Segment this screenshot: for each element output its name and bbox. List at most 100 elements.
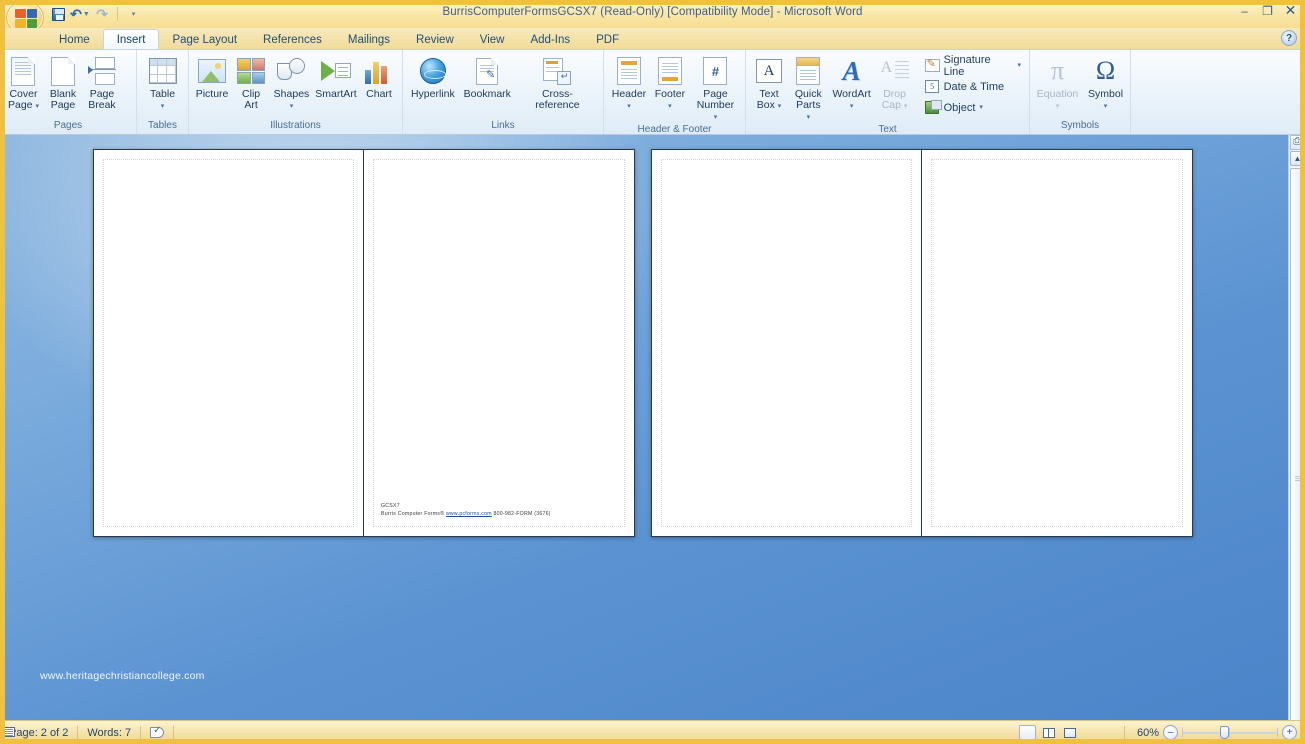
chevron-down-icon: ▾	[807, 114, 811, 121]
shapes-button[interactable]: Shapes ▾	[271, 53, 312, 113]
picture-button[interactable]: Picture	[193, 53, 231, 102]
signature-line-icon	[925, 58, 940, 73]
restore-button[interactable]: ❐	[1259, 3, 1276, 18]
object-icon	[925, 100, 940, 115]
pcforms-link[interactable]: www.pcforms.com	[446, 511, 492, 517]
blank-page-icon	[51, 55, 75, 87]
text-box-button[interactable]: A Text Box ▾	[750, 53, 788, 113]
cover-page-button[interactable]: Cover Page ▾	[4, 53, 43, 113]
title-bar: ↶▼ ↷ ▾ BurrisComputerFormsGCSX7 (Read-On…	[0, 0, 1305, 28]
document-workspace[interactable]: GCSX7 Burris Computer Forms® www.pcforms…	[0, 135, 1305, 720]
split-window-handle[interactable]	[1290, 135, 1305, 150]
equation-icon: π	[1051, 55, 1064, 87]
date-time-label: Date & Time	[944, 81, 1005, 93]
header-icon	[617, 55, 641, 87]
view-print-layout-button[interactable]	[1019, 725, 1036, 740]
chevron-down-icon: ▾	[850, 103, 854, 110]
table-button[interactable]: Table ▾	[144, 53, 182, 113]
cross-reference-icon: ↵	[543, 55, 571, 87]
drop-cap-label-line2: Cap	[882, 99, 901, 111]
cross-reference-label: Cross-reference	[535, 88, 579, 111]
bookmark-icon: ✎	[476, 55, 498, 87]
document-page-4[interactable]	[922, 149, 1193, 537]
chart-button[interactable]: Chart	[360, 53, 398, 102]
status-divider	[1124, 726, 1125, 740]
tab-add-ins[interactable]: Add-Ins	[517, 29, 583, 50]
ribbon-group-links: Hyperlink ✎ Bookmark	[403, 50, 604, 134]
scrollbar-thumb[interactable]	[1290, 168, 1305, 744]
clip-art-button[interactable]: Clip Art	[232, 53, 270, 113]
blank-page-button[interactable]: Blank Page	[44, 53, 82, 113]
clip-art-icon	[237, 55, 265, 87]
status-bar: Page: 2 of 2 Words: 7	[0, 720, 1305, 744]
view-draft-button[interactable]	[1103, 725, 1120, 740]
document-page-2[interactable]: GCSX7 Burris Computer Forms® www.pcforms…	[364, 149, 635, 537]
page-break-button[interactable]: Page Break	[83, 53, 121, 113]
wordart-button[interactable]: A WordArt ▾	[829, 53, 875, 113]
drop-cap-button[interactable]: A Drop Cap ▾	[876, 53, 914, 113]
date-time-button[interactable]: 5 Date & Time	[921, 77, 1025, 96]
smartart-button[interactable]: SmartArt	[313, 53, 359, 102]
zoom-out-button[interactable]: –	[1163, 725, 1178, 740]
symbol-button[interactable]: Ω Symbol ▾	[1085, 53, 1126, 113]
draft-icon	[3, 727, 15, 737]
table-icon	[149, 55, 177, 87]
tab-references[interactable]: References	[250, 29, 335, 50]
chevron-down-icon: ▾	[35, 103, 39, 110]
equation-button[interactable]: π Equation ▾	[1034, 53, 1081, 113]
bookmark-button[interactable]: ✎ Bookmark	[460, 53, 515, 102]
chevron-down-icon: ▾	[778, 103, 782, 110]
symbol-label: Symbol	[1088, 88, 1123, 100]
page-margin-guide	[661, 159, 912, 527]
quick-parts-button[interactable]: Quick Parts ▾	[789, 53, 828, 124]
tab-home[interactable]: Home	[46, 29, 103, 50]
page-spread-1: GCSX7 Burris Computer Forms® www.pcforms…	[93, 149, 635, 537]
tab-view[interactable]: View	[467, 29, 518, 50]
zoom-slider-thumb[interactable]	[1220, 726, 1229, 739]
tab-page-layout[interactable]: Page Layout	[159, 29, 250, 50]
cross-reference-button[interactable]: ↵ Cross-reference	[516, 53, 599, 113]
text-box-label-line2: Box	[757, 99, 775, 111]
hyperlink-icon	[420, 55, 446, 87]
ribbon-group-tables: Table ▾ Tables	[137, 50, 189, 134]
full-screen-reading-icon	[1043, 728, 1055, 738]
proofing-status-button[interactable]	[141, 724, 173, 742]
scroll-up-button[interactable]: ▲	[1290, 151, 1305, 166]
wordart-icon: A	[843, 55, 861, 87]
minimize-button[interactable]: –	[1236, 3, 1253, 18]
proofing-icon	[150, 727, 164, 738]
view-outline-button[interactable]	[1082, 725, 1099, 740]
tab-pdf[interactable]: PDF	[583, 29, 632, 50]
tab-mailings[interactable]: Mailings	[335, 29, 403, 50]
signature-line-button[interactable]: Signature Line ▾	[921, 56, 1025, 75]
picture-label: Picture	[196, 88, 229, 100]
window-title: BurrisComputerFormsGCSX7 (Read-Only) [Co…	[0, 6, 1305, 18]
document-page-3[interactable]	[651, 149, 922, 537]
page-number-label-line2: Number	[697, 99, 734, 111]
help-button[interactable]: ?	[1281, 30, 1297, 46]
zoom-slider[interactable]	[1182, 725, 1278, 740]
chevron-down-icon: ▾	[290, 103, 294, 110]
page-number-button[interactable]: # Page Number ▾	[690, 53, 741, 124]
footer-icon	[658, 55, 682, 87]
vertical-scrollbar[interactable]: ▲ ▼ ⯅ ⯆	[1288, 135, 1305, 720]
view-full-screen-reading-button[interactable]	[1040, 725, 1057, 740]
cover-page-label-line2: Page	[8, 99, 33, 111]
hyperlink-button[interactable]: Hyperlink	[407, 53, 459, 102]
form-phone-label: 800-982-FORM (3676)	[493, 511, 550, 517]
document-page-1[interactable]	[93, 149, 364, 537]
tab-insert[interactable]: Insert	[103, 29, 160, 50]
view-web-layout-button[interactable]	[1061, 725, 1078, 740]
close-button[interactable]: ✕	[1282, 3, 1299, 18]
zoom-in-button[interactable]: +	[1282, 725, 1297, 740]
object-button[interactable]: Object ▾	[921, 98, 1025, 117]
shapes-label: Shapes	[274, 88, 310, 100]
tab-review[interactable]: Review	[403, 29, 467, 50]
group-label-pages: Pages	[0, 120, 136, 134]
word-count-indicator[interactable]: Words: 7	[78, 724, 140, 742]
footer-button[interactable]: Footer ▾	[651, 53, 689, 113]
bookmark-label: Bookmark	[464, 88, 511, 100]
zoom-level-label[interactable]: 60%	[1129, 727, 1159, 739]
header-button[interactable]: Header ▾	[608, 53, 650, 113]
group-label-illustrations: Illustrations	[189, 120, 402, 134]
